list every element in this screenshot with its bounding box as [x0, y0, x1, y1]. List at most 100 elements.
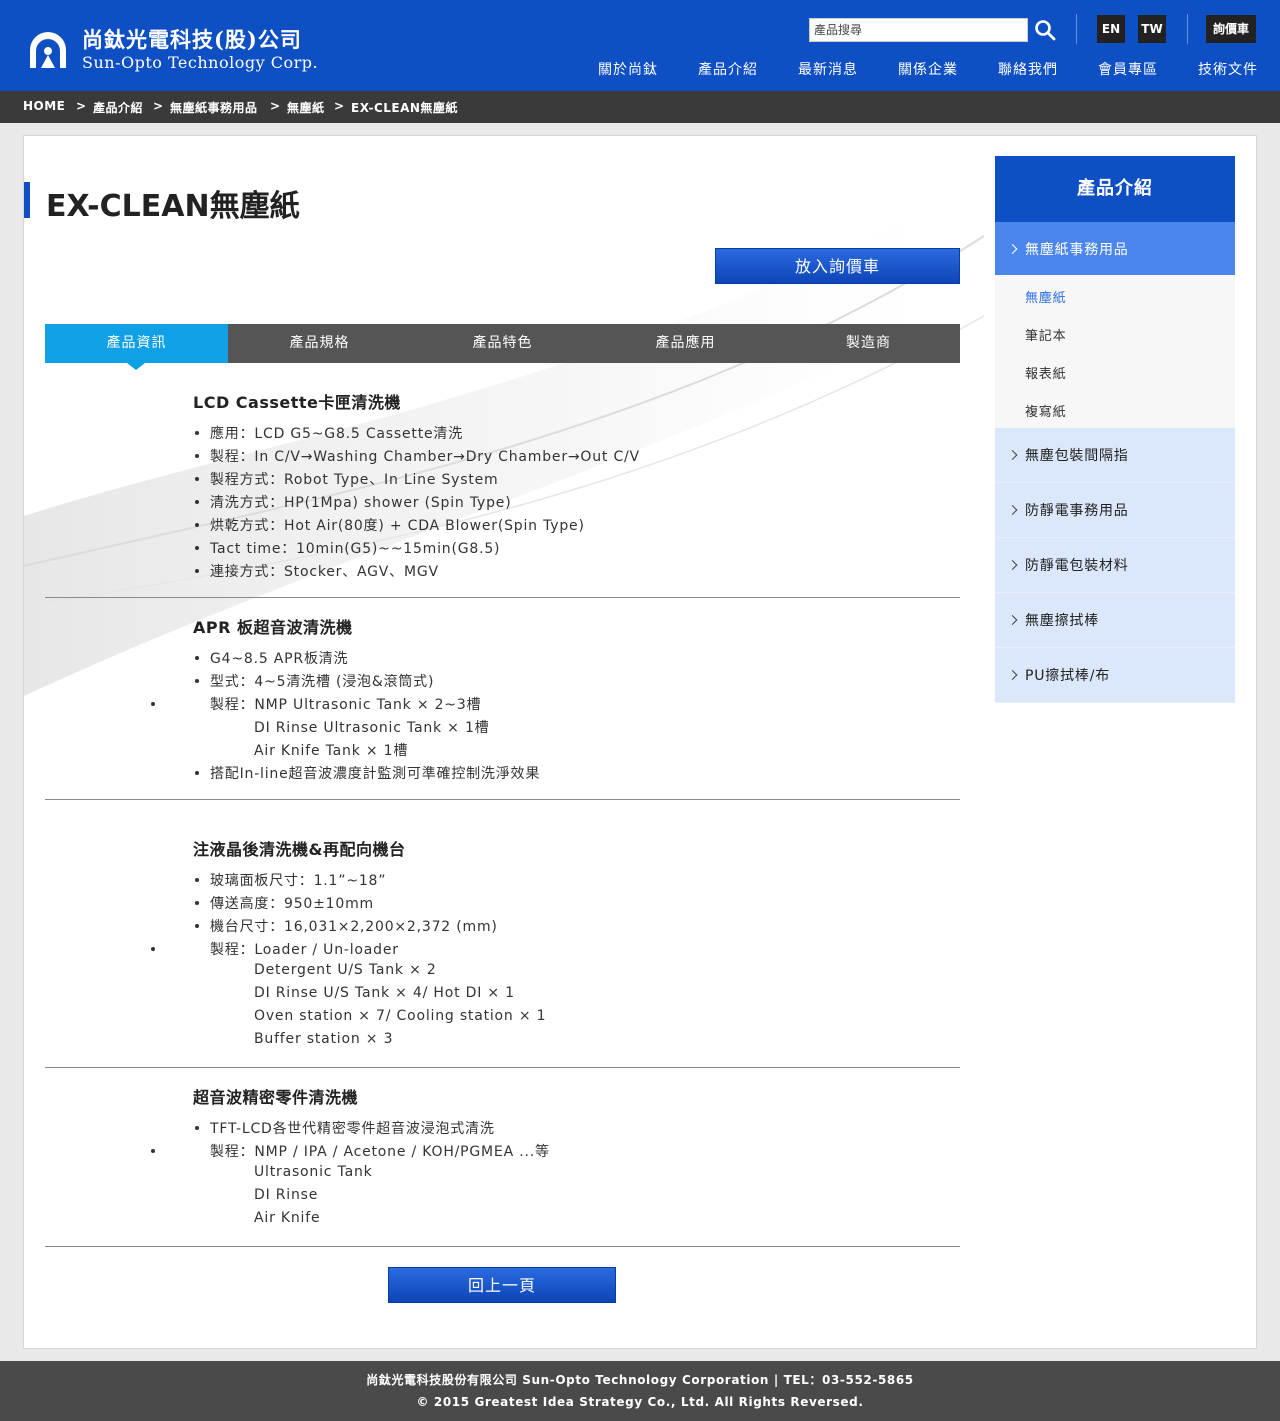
breadcrumb-current: EX-CLEAN無塵紙 — [351, 101, 458, 115]
list-item: 應用：LCD G5~G8.5 Cassette清洗 — [194, 423, 463, 443]
list-item: 製程：Loader / Un-loader — [210, 942, 399, 958]
list-item: 玻璃面板尺寸：1.1”~18” — [194, 870, 386, 890]
list-item: 烘乾方式：Hot Air(80度) + CDA Blower(Spin Type… — [195, 515, 585, 535]
nav-news[interactable]: 最新消息 — [798, 59, 858, 79]
site-footer: 尚鈦光電科技股份有限公司 Sun-Opto Technology Corpora… — [0, 1361, 1280, 1421]
section-title: 超音波精密零件清洗機 — [193, 1088, 359, 1107]
add-to-inquiry-button[interactable]: 放入詢價車 — [715, 248, 960, 284]
header-divider — [1076, 14, 1077, 44]
company-name-cn[interactable]: 尚鈦光電科技(股)公司 — [82, 24, 302, 54]
list-item: Oven station × 7/ Cooling station × 1 — [254, 1008, 547, 1024]
lang-en-button[interactable]: EN — [1097, 15, 1125, 43]
sidebar-subitem-carbon-paper[interactable]: 複寫紙 — [1025, 401, 1066, 420]
list-item: 製程：NMP Ultrasonic Tank × 2~3槽 — [210, 697, 482, 713]
nav-about[interactable]: 關於尚鈦 — [598, 59, 658, 79]
chevron-right-icon — [1007, 243, 1018, 254]
list-item: 製程：In C/V→Washing Chamber→Dry Chamber→Ou… — [195, 446, 640, 466]
list-item: Air Knife Tank × 1槽 — [254, 743, 409, 759]
active-tab-indicator — [127, 363, 145, 370]
list-item: 機台尺寸：16,031×2,200×2,372 (mm) — [195, 916, 498, 936]
search-icon[interactable] — [1034, 19, 1056, 41]
sidebar-item-cleanroom-paper[interactable]: 無塵紙事務用品 — [995, 222, 1235, 275]
breadcrumb-separator: > — [334, 99, 345, 113]
content-card: EX-CLEAN無塵紙 放入詢價車 產品資訊 產品規格 產品特色 產品應用 製造… — [23, 135, 1257, 1349]
section-divider — [45, 1246, 960, 1247]
sidebar-item-label: 無塵擦拭棒 — [1025, 613, 1099, 629]
footer-copyright: © 2015 Greatest Idea Strategy Co., Ltd. … — [416, 1395, 864, 1409]
nav-members[interactable]: 會員專區 — [1098, 59, 1158, 79]
nav-docs[interactable]: 技術文件 — [1198, 59, 1258, 79]
list-item: 傳送高度：950±10mm — [195, 893, 374, 913]
sidebar-item-finger-cots[interactable]: 無塵包裝間隔指 — [995, 428, 1235, 483]
title-accent-bar — [24, 182, 30, 218]
list-item: TFT-LCD各世代精密零件超音波浸泡式清洗 — [195, 1118, 495, 1138]
main-nav: 關於尚鈦 產品介紹 最新消息 關係企業 聯絡我們 會員專區 技術文件 — [0, 59, 1280, 79]
header-divider — [1187, 14, 1188, 44]
sidebar-item-esd-packaging[interactable]: 防靜電包裝材料 — [995, 538, 1235, 593]
chevron-right-icon — [1007, 505, 1018, 515]
search-input[interactable] — [809, 18, 1028, 42]
list-item: 清洗方式：HP(1Mpa) shower (Spin Type) — [194, 492, 511, 512]
page-title: EX-CLEAN無塵紙 — [46, 189, 300, 224]
sidebar-subitem-notebook[interactable]: 筆記本 — [1025, 325, 1066, 344]
back-button[interactable]: 回上一頁 — [388, 1267, 616, 1303]
tab-applications[interactable]: 產品應用 — [594, 324, 777, 363]
sidebar-subitem-report-paper[interactable]: 報表紙 — [1025, 363, 1066, 382]
tab-features[interactable]: 產品特色 — [411, 324, 594, 363]
section-title: LCD Cassette卡匣清洗機 — [193, 393, 401, 412]
list-item: G4~8.5 APR板清洗 — [194, 648, 348, 668]
sidebar-item-label: 無塵包裝間隔指 — [1025, 448, 1129, 464]
sidebar-item-swabs[interactable]: 無塵擦拭棒 — [995, 593, 1235, 648]
product-tabs: 產品資訊 產品規格 產品特色 產品應用 製造商 — [45, 324, 960, 363]
chevron-right-icon — [1007, 670, 1018, 680]
sidebar-item-label: 無塵紙事務用品 — [1025, 241, 1129, 258]
breadcrumb-category[interactable]: 無塵紙事務用品 — [170, 99, 258, 116]
chevron-right-icon — [1007, 615, 1018, 625]
sidebar-heading: 產品介紹 — [995, 156, 1235, 222]
sidebar-subitem-cleanroom-paper[interactable]: 無塵紙 — [1025, 287, 1066, 306]
sidebar-item-esd-office[interactable]: 防靜電事務用品 — [995, 483, 1235, 538]
list-item: 搭配In-line超音波濃度計監測可準確控制洗淨效果 — [194, 763, 540, 783]
section-divider — [45, 799, 960, 800]
list-item: DI Rinse Ultrasonic Tank × 1槽 — [254, 720, 490, 736]
list-item: Detergent U/S Tank × 2 — [254, 962, 437, 978]
list-bullet — [151, 702, 155, 706]
list-bullet — [151, 947, 155, 951]
breadcrumb-products[interactable]: 產品介紹 — [93, 99, 143, 116]
tab-specs[interactable]: 產品規格 — [228, 324, 411, 363]
breadcrumb-separator: > — [270, 99, 281, 113]
tab-product-info[interactable]: 產品資訊 — [45, 324, 228, 363]
breadcrumb-home[interactable]: HOME — [23, 99, 65, 113]
list-bullet — [151, 1149, 155, 1153]
list-item: DI Rinse U/S Tank × 4/ Hot DI × 1 — [254, 985, 515, 1001]
lang-tw-button[interactable]: TW — [1138, 15, 1166, 43]
section-divider — [45, 1067, 960, 1068]
list-item: Air Knife — [254, 1210, 321, 1226]
breadcrumb-separator: > — [76, 99, 87, 113]
list-item: 製程方式：Robot Type、In Line System — [195, 469, 499, 489]
breadcrumb-subcategory[interactable]: 無塵紙 — [287, 99, 325, 116]
breadcrumb-separator: > — [153, 99, 164, 113]
list-item: Ultrasonic Tank — [254, 1164, 373, 1180]
tab-manufacturer[interactable]: 製造商 — [777, 324, 960, 363]
list-item: 連接方式：Stocker、AGV、MGV — [195, 561, 439, 581]
list-item: 型式：4~5清洗槽 (浸泡&滾筒式) — [194, 671, 434, 691]
sidebar-item-label: PU擦拭棒/布 — [1025, 668, 1111, 684]
nav-affiliates[interactable]: 關係企業 — [898, 59, 958, 79]
breadcrumb: HOME > 產品介紹 > 無塵紙事務用品 > 無塵紙 > EX-CLEAN無塵… — [0, 91, 1280, 123]
nav-contact[interactable]: 聯絡我們 — [998, 59, 1058, 79]
nav-products[interactable]: 產品介紹 — [698, 59, 758, 79]
list-item: Buffer station × 3 — [254, 1031, 394, 1047]
sidebar-item-pu-swabs[interactable]: PU擦拭棒/布 — [995, 648, 1235, 703]
footer-company: 尚鈦光電科技股份有限公司 Sun-Opto Technology Corpora… — [366, 1373, 914, 1387]
list-item: Tact time：10min(G5)~~15min(G8.5) — [194, 538, 500, 558]
chevron-right-icon — [1007, 450, 1018, 460]
sidebar-item-label: 防靜電包裝材料 — [1025, 558, 1129, 574]
section-title: 注液晶後清洗機&再配向機台 — [193, 840, 406, 859]
inquiry-cart-button[interactable]: 詢價車 — [1206, 15, 1256, 43]
list-item: 製程：NMP / IPA / Acetone / KOH/PGMEA ...等 — [210, 1144, 550, 1160]
section-divider — [45, 597, 960, 598]
chevron-right-icon — [1007, 560, 1018, 570]
list-item: DI Rinse — [254, 1187, 319, 1203]
site-header: 尚鈦光電科技(股)公司 Sun-Opto Technology Corp. EN… — [0, 0, 1280, 91]
